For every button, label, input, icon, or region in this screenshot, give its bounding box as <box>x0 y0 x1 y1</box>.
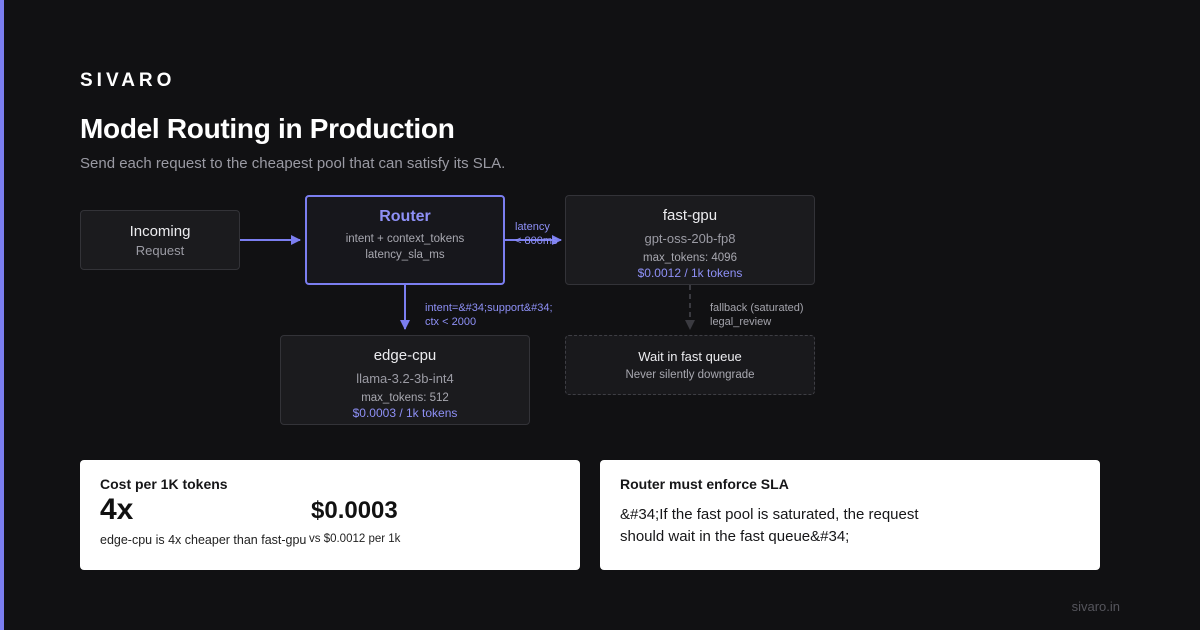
node-incoming-title: Incoming <box>129 223 191 240</box>
sla-quote: &#34;If the fast pool is saturated, the … <box>620 504 960 548</box>
edge-label-fast-wait-line1: fallback (saturated) <box>710 302 804 314</box>
cost-multiplier-caption: edge-cpu is 4x cheaper than fast-gpu <box>100 533 307 547</box>
node-edge-cpu-price: $0.0003 / 1k tokens <box>352 406 458 420</box>
node-wait-sub: Never silently downgrade <box>625 369 755 381</box>
sla-card: Router must enforce SLA &#34;If the fast… <box>600 460 1100 570</box>
edge-label-router-fast: latency < 800ms <box>515 220 558 248</box>
edge-label-router-edge-line2: ctx < 2000 <box>425 316 477 328</box>
edge-label-fast-wait-line2: legal_review <box>710 316 772 328</box>
node-edge-cpu-model: llama-3.2-3b-int4 <box>356 371 454 386</box>
node-wait-title: Wait in fast queue <box>638 349 742 364</box>
sla-quote-line2: should wait in the fast queue&#34; <box>620 528 850 545</box>
cost-card-title: Cost per 1K tokens <box>100 476 228 492</box>
sla-card-title: Router must enforce SLA <box>620 476 789 492</box>
node-edge-cpu: edge-cpu llama-3.2-3b-int4 max_tokens: 5… <box>280 335 530 425</box>
cost-multiplier: 4x <box>100 493 134 526</box>
node-router-line1: intent + context_tokens <box>345 233 465 245</box>
node-router-line2: latency_sla_ms <box>365 249 445 261</box>
node-fast-gpu: fast-gpu gpt-oss-20b-fp8 max_tokens: 409… <box>565 195 815 285</box>
footer-url: sivaro.in <box>1071 599 1120 614</box>
edge-label-fast-wait: fallback (saturated) legal_review <box>710 301 804 329</box>
cost-value-caption: vs $0.0012 per 1k <box>309 533 401 545</box>
node-incoming: Incoming Request <box>80 210 240 270</box>
node-router: Router intent + context_tokens latency_s… <box>305 195 505 285</box>
edge-label-router-edge-line1: intent=&#34;support&#34; <box>425 302 553 314</box>
node-router-title: Router <box>379 208 431 225</box>
cost-value: $0.0003 <box>311 497 398 524</box>
node-edge-cpu-max-tokens: max_tokens: 512 <box>361 392 449 404</box>
node-edge-cpu-title: edge-cpu <box>373 347 437 364</box>
node-fast-gpu-model: gpt-oss-20b-fp8 <box>644 231 736 246</box>
node-fast-gpu-title: fast-gpu <box>662 207 718 224</box>
sla-quote-line1: &#34;If the fast pool is saturated, the … <box>620 506 919 523</box>
node-fast-gpu-max-tokens: max_tokens: 4096 <box>643 252 737 264</box>
node-fast-gpu-price: $0.0012 / 1k tokens <box>637 266 743 280</box>
edge-label-router-fast-line1: latency <box>515 221 550 233</box>
node-incoming-sub: Request <box>135 243 185 258</box>
cost-card: Cost per 1K tokens 4x edge-cpu is 4x che… <box>80 460 580 570</box>
node-wait-queue: Wait in fast queue Never silently downgr… <box>565 335 815 395</box>
edge-label-router-edge: intent=&#34;support&#34; ctx < 2000 <box>425 301 553 329</box>
edge-label-router-fast-line2: < 800ms <box>515 235 558 247</box>
